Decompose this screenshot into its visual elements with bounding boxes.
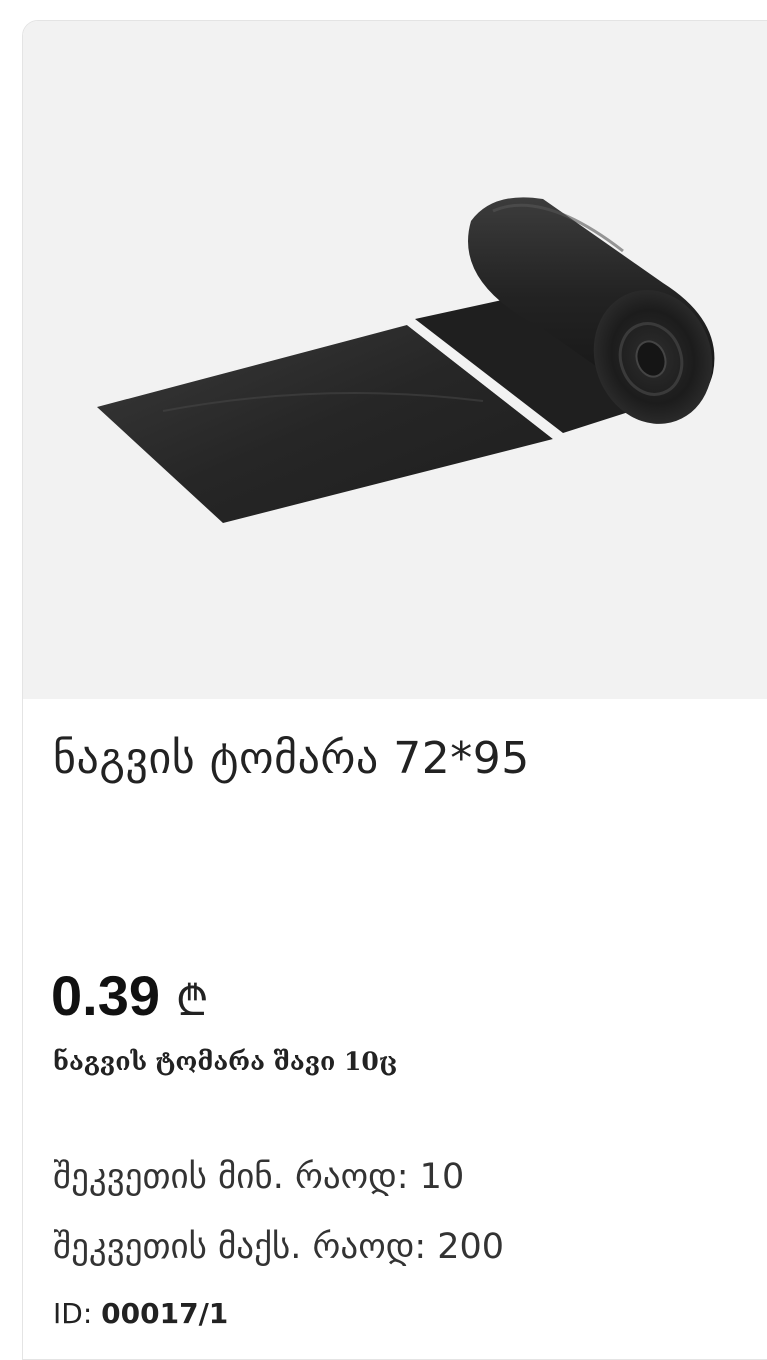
product-image[interactable] — [23, 21, 767, 699]
product-card[interactable]: ნაგვის ტომარა 72*95 0.39 ₾ ნაგვის ტომარა… — [22, 20, 767, 1360]
lari-currency-icon: ₾ — [176, 976, 209, 1025]
product-id-value: 00017/1 — [101, 1297, 229, 1330]
product-id-label: ID: — [53, 1297, 93, 1330]
max-order-value: 200 — [437, 1227, 505, 1267]
min-order-label: შეკვეთის მინ. რაოდ: — [53, 1157, 409, 1197]
garbage-bag-roll-illustration — [97, 197, 715, 523]
min-order-quantity: შეკვეთის მინ. რაოდ: 10 — [53, 1157, 464, 1197]
product-subtitle: ნაგვის ტომარა შავი 10ც — [53, 1047, 398, 1076]
product-title[interactable]: ნაგვის ტომარა 72*95 — [53, 733, 530, 784]
price-row: 0.39 ₾ — [51, 963, 208, 1028]
product-price: 0.39 — [51, 964, 160, 1027]
min-order-value: 10 — [419, 1157, 465, 1197]
max-order-quantity: შეკვეთის მაქს. რაოდ: 200 — [53, 1227, 504, 1267]
product-id: ID: 00017/1 — [53, 1297, 228, 1330]
max-order-label: შეკვეთის მაქს. რაოდ: — [53, 1227, 427, 1267]
